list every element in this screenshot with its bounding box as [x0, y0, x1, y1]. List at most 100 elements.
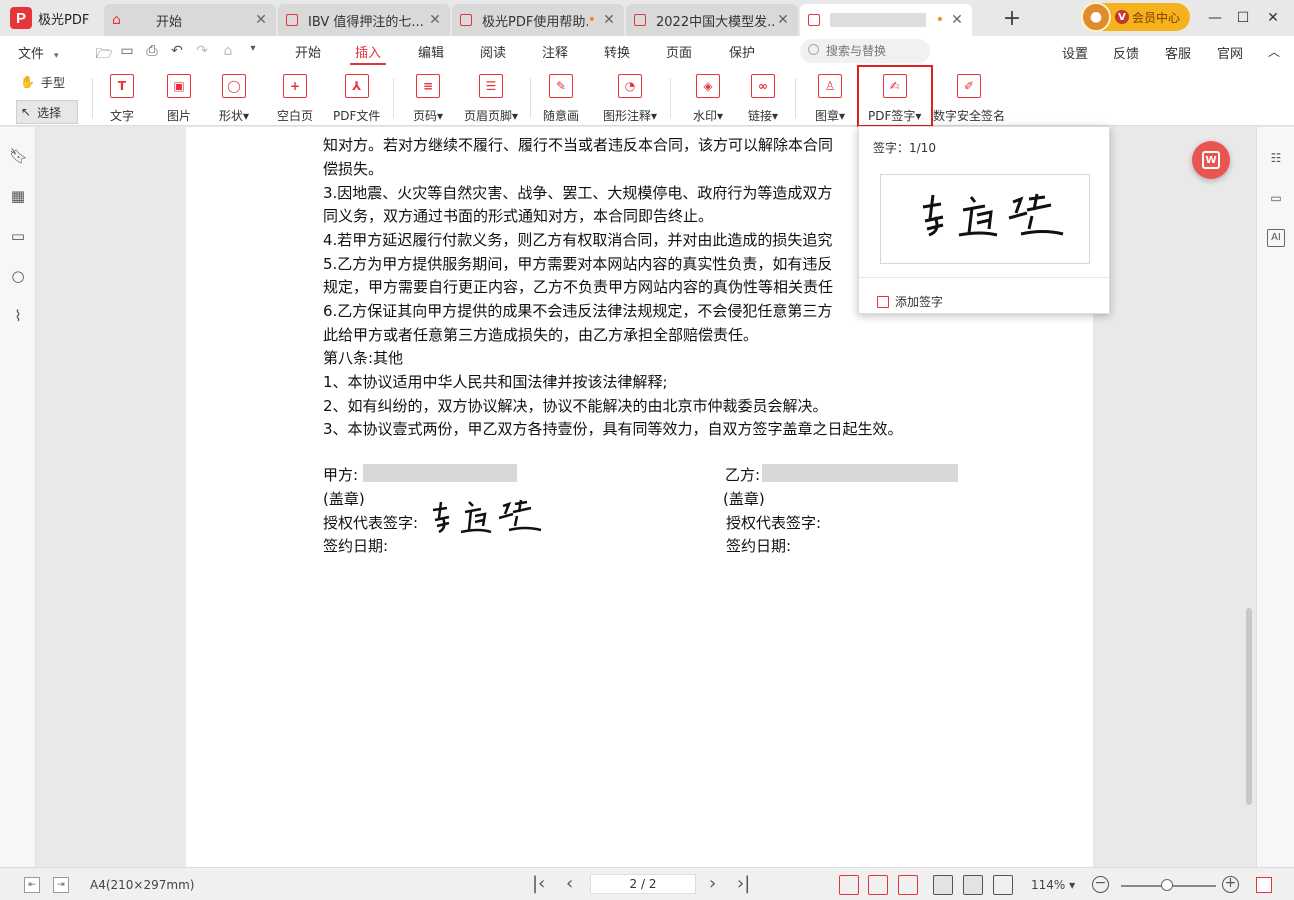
open-folder-icon[interactable]: 🗁: [94, 43, 114, 67]
vip-center-button[interactable]: ● V 会员中心: [1081, 2, 1190, 32]
search-panel-icon[interactable]: ○: [9, 267, 27, 285]
comments-icon[interactable]: ▭: [9, 227, 27, 245]
doc-line: 3、本协议壹式两份，甲乙双方各持壹份，具有同等效力，自双方签字盖章之日起生效。: [323, 420, 903, 438]
close-button[interactable]: ✕: [1258, 6, 1288, 30]
tab-document[interactable]: 极光PDF使用帮助.p... • ✕: [452, 4, 624, 36]
sliders-icon[interactable]: ☷: [1267, 149, 1285, 167]
menu-insert[interactable]: 插入: [355, 42, 381, 61]
insert-blank-page-label: 空白页: [277, 109, 314, 123]
doc-line: 3.因地震、火灾等自然灾害、战争、罢工、大规模停电、政府行为等造成双方: [323, 184, 833, 202]
minimize-button[interactable]: —: [1200, 6, 1230, 30]
tab-label: IBV 值得押注的七...: [308, 14, 424, 30]
panel-left-icon[interactable]: ⇤: [24, 877, 40, 893]
placed-signature-image[interactable]: [429, 496, 544, 534]
ai-icon[interactable]: AI: [1267, 229, 1285, 247]
redo-icon[interactable]: ↷: [192, 43, 212, 59]
freehand-draw-button[interactable]: ✎ 随意画: [543, 74, 579, 124]
last-page-button[interactable]: ›|: [737, 873, 750, 894]
stamp-label: 图章▾: [815, 109, 846, 123]
link-button[interactable]: ∞ 链接▾: [748, 74, 778, 124]
website-link[interactable]: 官网: [1217, 43, 1243, 62]
tab-close-icon[interactable]: ✕: [602, 12, 616, 28]
tab-document[interactable]: 2022中国大模型发... ✕: [626, 4, 798, 36]
party-a-seal: (盖章): [323, 490, 365, 508]
menu-convert[interactable]: 转换: [604, 42, 630, 61]
zoom-slider-knob[interactable]: [1161, 879, 1173, 891]
watermark-button[interactable]: ◈ 水印▾: [693, 74, 723, 124]
digital-signature-button[interactable]: ✐ 数字安全签名: [933, 74, 1005, 124]
stamp-button[interactable]: ♙ 图章▾: [815, 74, 845, 124]
undo-icon[interactable]: ↶: [167, 43, 187, 59]
panel-right-icon[interactable]: ⇥: [53, 877, 69, 893]
continuous-view-icon[interactable]: [963, 875, 983, 895]
zoom-level[interactable]: 114% ▾: [1031, 878, 1075, 892]
tab-close-icon[interactable]: ✕: [776, 12, 790, 28]
shape-annotation-button[interactable]: ◔ 图形注释▾: [603, 74, 657, 124]
first-page-button[interactable]: |‹: [532, 873, 545, 894]
pdf-file-icon: ⅄: [344, 74, 369, 98]
menu-annotate[interactable]: 注释: [542, 42, 568, 61]
customize-dropdown-icon[interactable]: ▾: [243, 43, 263, 54]
file-menu[interactable]: 文件 ▾: [18, 43, 59, 62]
new-tab-button[interactable]: +: [1000, 6, 1024, 31]
hand-tool-button[interactable]: ✋ 手型: [16, 70, 78, 94]
menu-read[interactable]: 阅读: [480, 42, 506, 61]
paper-size: A4(210×297mm): [90, 878, 195, 892]
fit-page-icon[interactable]: [868, 875, 888, 895]
single-page-view-icon[interactable]: [933, 875, 953, 895]
insert-blank-page-button[interactable]: + 空白页: [277, 74, 313, 124]
tab-close-icon[interactable]: ✕: [428, 12, 442, 28]
pdf-file-icon: [460, 14, 472, 26]
select-tool-button[interactable]: ↖ 选择: [16, 100, 78, 124]
page-number-input[interactable]: 2 / 2: [590, 874, 696, 894]
tab-home[interactable]: ⌂ 开始 ✕: [104, 4, 276, 36]
print-icon[interactable]: ⎙: [142, 43, 162, 59]
support-link[interactable]: 客服: [1165, 43, 1191, 62]
feedback-link[interactable]: 反馈: [1113, 43, 1139, 62]
header-footer-icon: ☰: [479, 74, 504, 98]
fullscreen-icon[interactable]: [1256, 877, 1272, 893]
add-signature-button[interactable]: 添加签字: [877, 293, 943, 310]
ribbon-toolbar: ✋ 手型 ↖ 选择 T 文字 ▣ 图片 ◯ 形状▾ + 空白页 ⅄ PDF文件 …: [0, 66, 1294, 126]
attachment-icon[interactable]: ⌇: [9, 307, 27, 325]
actual-size-icon[interactable]: [839, 875, 859, 895]
header-footer-button[interactable]: ☰ 页眉页脚▾: [464, 74, 518, 124]
home-nav-icon[interactable]: ⌂: [218, 43, 238, 59]
insert-text-button[interactable]: T 文字: [110, 74, 134, 124]
tab-close-icon[interactable]: ✕: [950, 12, 964, 28]
saved-signature-card[interactable]: [880, 174, 1090, 264]
zoom-out-button[interactable]: −: [1092, 876, 1109, 893]
scrollbar-thumb[interactable]: [1246, 608, 1252, 805]
thumbnails-icon[interactable]: ▦: [9, 187, 27, 205]
menu-edit[interactable]: 编辑: [418, 42, 444, 61]
chat-icon[interactable]: ▭: [1267, 189, 1285, 207]
two-page-view-icon[interactable]: [993, 875, 1013, 895]
doc-line: 5.乙方为甲方提供服务期间，甲方需要对本网站内容的真实性负责，如有违反: [323, 255, 833, 273]
menu-start[interactable]: 开始: [295, 42, 321, 61]
tab-document-active[interactable]: • ✕: [800, 4, 972, 36]
settings-link[interactable]: 设置: [1062, 43, 1088, 62]
maximize-button[interactable]: ☐: [1228, 6, 1258, 30]
insert-pdf-file-button[interactable]: ⅄ PDF文件: [333, 74, 380, 124]
doc-line: 规定，甲方需要自行更正内容，乙方不负责甲方网站内容的真伪性等相关责任: [323, 278, 834, 296]
next-page-button[interactable]: ›: [709, 873, 716, 894]
bookmark-icon[interactable]: 🔖︎: [9, 147, 28, 165]
convert-to-word-icon: W: [1202, 151, 1220, 169]
menu-protect[interactable]: 保护: [729, 42, 755, 61]
search-input[interactable]: [800, 39, 930, 63]
zoom-in-button[interactable]: +: [1222, 876, 1239, 893]
insert-shape-button[interactable]: ◯ 形状▾: [219, 74, 249, 124]
insert-image-button[interactable]: ▣ 图片: [167, 74, 191, 124]
word-convert-float-button[interactable]: W: [1192, 141, 1230, 179]
party-b-label: 乙方:: [725, 466, 761, 484]
menu-page[interactable]: 页面: [666, 42, 692, 61]
watermark-label: 水印▾: [693, 109, 724, 123]
save-icon[interactable]: ▭: [117, 43, 137, 59]
fit-width-icon[interactable]: [898, 875, 918, 895]
tab-close-icon[interactable]: ✕: [254, 12, 268, 28]
page-number-button[interactable]: ≡ 页码▾: [413, 74, 443, 124]
hand-icon: ✋: [20, 75, 35, 89]
tab-document[interactable]: IBV 值得押注的七... ✕: [278, 4, 450, 36]
collapse-ribbon-icon[interactable]: ︿: [1268, 43, 1280, 60]
prev-page-button[interactable]: ‹: [566, 873, 573, 894]
